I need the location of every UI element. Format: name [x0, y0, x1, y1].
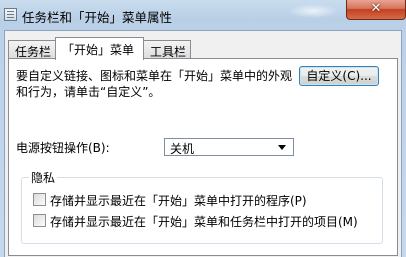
- store-recent-items-label[interactable]: 存储并显示最近在「开始」菜单和任务栏中打开的项目(M): [50, 213, 358, 230]
- customize-button[interactable]: 自定义(C)...: [299, 66, 379, 86]
- title-bar-glow: [288, 4, 338, 18]
- dialog-body: 任务栏 「开始」菜单 工具栏 要自定义链接、图标和菜单在「开始」菜单中的外观和行…: [4, 30, 402, 257]
- window-title: 任务栏和「开始」菜单属性: [22, 10, 173, 25]
- tab-label: 任务栏: [15, 45, 52, 59]
- close-icon: ✕: [370, 1, 382, 16]
- tab-start-menu[interactable]: 「开始」菜单: [55, 37, 144, 60]
- store-recent-items-checkbox[interactable]: [33, 214, 46, 227]
- privacy-group-title: 隐私: [29, 169, 58, 186]
- power-button-select[interactable]: 关机: [164, 138, 294, 156]
- tab-strip: 任务栏 「开始」菜单 工具栏: [8, 37, 400, 60]
- tab-label: 工具栏: [150, 45, 187, 59]
- tab-taskbar[interactable]: 任务栏: [8, 40, 56, 59]
- close-button[interactable]: ✕: [346, 0, 406, 20]
- title-bar[interactable]: 任务栏和「开始」菜单属性 ✕: [0, 0, 406, 30]
- privacy-group: 隐私 存储并显示最近在「开始」菜单中打开的程序(P) 存储并显示最近在「开始」菜…: [21, 169, 383, 244]
- power-button-label: 电源按钮操作(B):: [16, 141, 110, 155]
- power-button-value: 关机: [170, 142, 195, 156]
- store-recent-programs-label[interactable]: 存储并显示最近在「开始」菜单中打开的程序(P): [50, 192, 307, 209]
- tab-toolbars[interactable]: 工具栏: [143, 40, 191, 59]
- dropdown-arrow-icon[interactable]: [278, 145, 286, 150]
- window-icon[interactable]: [4, 8, 17, 21]
- tab-panel: 要自定义链接、图标和菜单在「开始」菜单中的外观和行为，请单击“自定义”。 自定义…: [8, 58, 398, 256]
- store-recent-programs-checkbox[interactable]: [33, 193, 46, 206]
- description-text: 要自定义链接、图标和菜单在「开始」菜单中的外观和行为，请单击“自定义”。: [16, 69, 293, 99]
- tab-label: 「开始」菜单: [62, 43, 135, 57]
